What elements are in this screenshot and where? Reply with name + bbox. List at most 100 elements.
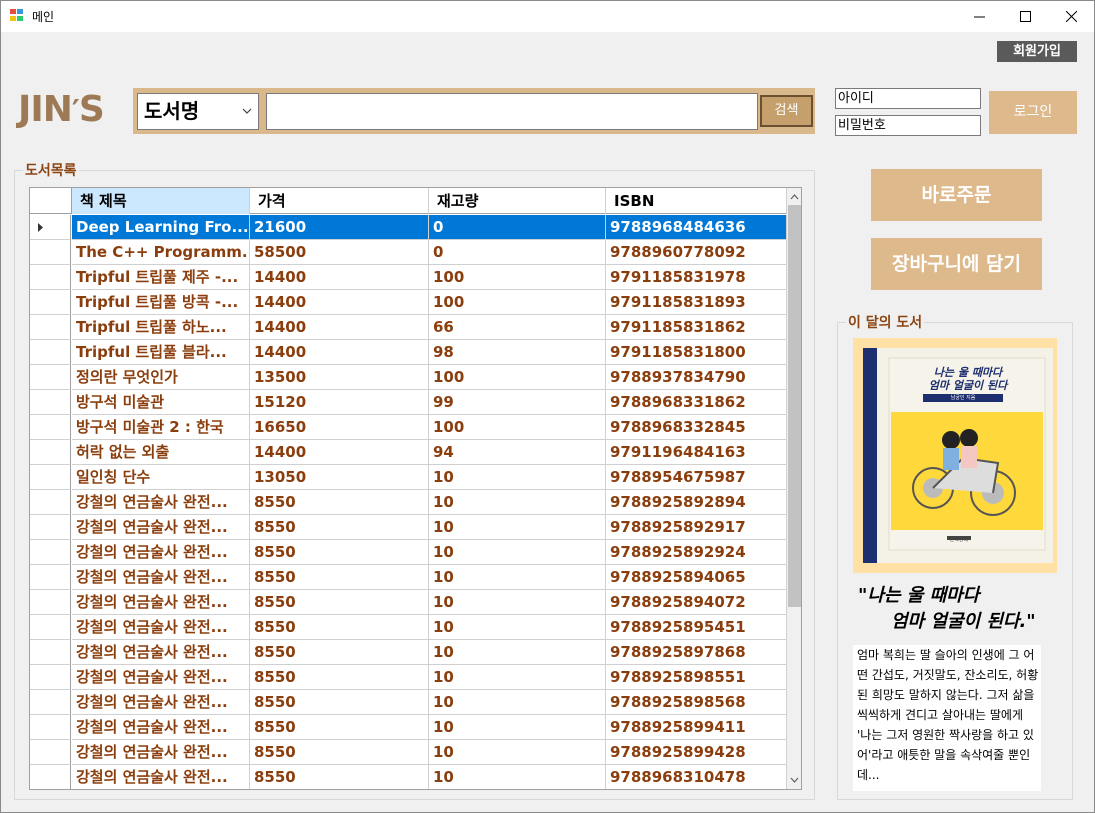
cell-stock[interactable]: 10 xyxy=(429,515,606,540)
cell-title[interactable]: Deep Learning Fro... xyxy=(72,215,250,240)
cell-title[interactable]: 강철의 연금술사 완전... xyxy=(72,515,250,540)
cell-price[interactable]: 14400 xyxy=(250,315,429,340)
cell-stock[interactable]: 10 xyxy=(429,765,606,789)
maximize-button[interactable] xyxy=(1002,1,1048,32)
cell-price[interactable]: 8550 xyxy=(250,740,429,765)
cell-stock[interactable]: 10 xyxy=(429,490,606,515)
row-header[interactable] xyxy=(30,240,71,265)
cell-price[interactable]: 8550 xyxy=(250,715,429,740)
cell-title[interactable]: 강철의 연금술사 완전... xyxy=(72,715,250,740)
cell-stock[interactable]: 94 xyxy=(429,440,606,465)
row-header[interactable] xyxy=(30,365,71,390)
cell-stock[interactable]: 100 xyxy=(429,365,606,390)
cell-title[interactable]: 강철의 연금술사 완전... xyxy=(72,765,250,789)
column-header-price[interactable]: 가격 xyxy=(250,188,429,214)
cell-isbn[interactable]: 9791185831893 xyxy=(606,290,787,315)
table-row[interactable]: 강철의 연금술사 완전... 8550 10 9788925892894 xyxy=(30,490,787,515)
cell-isbn[interactable]: 9788954675987 xyxy=(606,465,787,490)
row-header[interactable] xyxy=(30,540,71,565)
row-header[interactable] xyxy=(30,515,71,540)
cell-price[interactable]: 16650 xyxy=(250,415,429,440)
table-row[interactable]: Deep Learning Fro... 21600 0 9788968484636 xyxy=(30,215,787,240)
cell-isbn[interactable]: 9788925899428 xyxy=(606,740,787,765)
cell-stock[interactable]: 66 xyxy=(429,315,606,340)
cell-stock[interactable]: 10 xyxy=(429,565,606,590)
table-row[interactable]: Tripful 트립풀 방콕 -... 14400 100 9791185831893 xyxy=(30,290,787,315)
cell-stock[interactable]: 98 xyxy=(429,340,606,365)
cell-isbn[interactable]: 9788925899411 xyxy=(606,715,787,740)
cell-isbn[interactable]: 9788925892917 xyxy=(606,515,787,540)
row-header[interactable] xyxy=(30,415,71,440)
order-now-button[interactable]: 바로주문 xyxy=(871,169,1042,221)
cell-price[interactable]: 13500 xyxy=(250,365,429,390)
cell-isbn[interactable]: 9788968331862 xyxy=(606,390,787,415)
table-row[interactable]: Tripful 트립풀 하노... 14400 66 9791185831862 xyxy=(30,315,787,340)
row-header[interactable] xyxy=(30,590,71,615)
cell-isbn[interactable]: 9788925898568 xyxy=(606,690,787,715)
cell-isbn[interactable]: 9788925895451 xyxy=(606,615,787,640)
scroll-down-icon[interactable] xyxy=(787,772,801,789)
cell-isbn[interactable]: 9788925892924 xyxy=(606,540,787,565)
table-row[interactable]: 강철의 연금술사 완전... 8550 10 9788925894065 xyxy=(30,565,787,590)
row-header[interactable] xyxy=(30,615,71,640)
table-row[interactable]: 일인칭 단수 13050 10 9788954675987 xyxy=(30,465,787,490)
table-row[interactable]: 강철의 연금술사 완전... 8550 10 9788925892924 xyxy=(30,540,787,565)
table-row[interactable]: 강철의 연금술사 완전... 8550 10 9788925895451 xyxy=(30,615,787,640)
cell-stock[interactable]: 10 xyxy=(429,615,606,640)
row-header[interactable] xyxy=(30,690,71,715)
cell-stock[interactable]: 100 xyxy=(429,290,606,315)
cell-stock[interactable]: 10 xyxy=(429,665,606,690)
cell-stock[interactable]: 99 xyxy=(429,390,606,415)
table-row[interactable]: Tripful 트립풀 제주 -... 14400 100 9791185831978 xyxy=(30,265,787,290)
cell-isbn[interactable]: 9788925894072 xyxy=(606,590,787,615)
table-row[interactable]: 강철의 연금술사 완전... 8550 10 9788925897868 xyxy=(30,640,787,665)
row-header[interactable] xyxy=(30,440,71,465)
cell-price[interactable]: 21600 xyxy=(250,215,429,240)
cell-isbn[interactable]: 9788960778092 xyxy=(606,240,787,265)
cell-isbn[interactable]: 9788925894065 xyxy=(606,565,787,590)
signup-button[interactable]: 회원가입 xyxy=(997,41,1077,62)
cell-price[interactable]: 8550 xyxy=(250,665,429,690)
cell-stock[interactable]: 10 xyxy=(429,540,606,565)
cell-price[interactable]: 13050 xyxy=(250,465,429,490)
cell-stock[interactable]: 100 xyxy=(429,265,606,290)
cell-price[interactable]: 58500 xyxy=(250,240,429,265)
table-row[interactable]: 강철의 연금술사 완전... 8550 10 9788968310478 xyxy=(30,765,787,789)
cell-price[interactable]: 8550 xyxy=(250,615,429,640)
search-button[interactable]: 검색 xyxy=(760,95,813,127)
scrollbar-thumb[interactable] xyxy=(788,205,801,607)
grid-scrollbar[interactable] xyxy=(787,188,801,789)
table-row[interactable]: 강철의 연금술사 완전... 8550 10 9788925894072 xyxy=(30,590,787,615)
cell-price[interactable]: 8550 xyxy=(250,515,429,540)
minimize-button[interactable] xyxy=(956,1,1002,32)
description-scrollbar[interactable] xyxy=(1041,645,1058,791)
cell-title[interactable]: Tripful 트립풀 하노... xyxy=(72,315,250,340)
cell-title[interactable]: 방구석 미술관 2 : 한국 xyxy=(72,415,250,440)
scroll-up-icon[interactable] xyxy=(787,188,801,205)
cell-price[interactable]: 8550 xyxy=(250,590,429,615)
column-header-isbn[interactable]: ISBN xyxy=(606,188,787,214)
cell-price[interactable]: 14400 xyxy=(250,440,429,465)
cell-isbn[interactable]: 9788968332845 xyxy=(606,415,787,440)
cell-title[interactable]: Tripful 트립풀 제주 -... xyxy=(72,265,250,290)
row-header[interactable] xyxy=(30,490,71,515)
table-row[interactable]: 강철의 연금술사 완전... 8550 10 9788925898551 xyxy=(30,665,787,690)
cell-stock[interactable]: 10 xyxy=(429,640,606,665)
column-header-title[interactable]: 책 제목 xyxy=(72,188,250,214)
cell-isbn[interactable]: 9791185831978 xyxy=(606,265,787,290)
cell-title[interactable]: 강철의 연금술사 완전... xyxy=(72,490,250,515)
row-header[interactable] xyxy=(30,215,71,240)
cell-price[interactable]: 14400 xyxy=(250,340,429,365)
cell-stock[interactable]: 10 xyxy=(429,690,606,715)
cell-price[interactable]: 14400 xyxy=(250,265,429,290)
column-header-stock[interactable]: 재고량 xyxy=(429,188,606,214)
table-row[interactable]: 강철의 연금술사 완전... 8550 10 9788925899428 xyxy=(30,740,787,765)
search-input[interactable] xyxy=(266,93,758,130)
cell-stock[interactable]: 10 xyxy=(429,590,606,615)
cell-isbn[interactable]: 9791185831862 xyxy=(606,315,787,340)
close-button[interactable] xyxy=(1048,1,1094,32)
table-row[interactable]: 방구석 미술관 15120 99 9788968331862 xyxy=(30,390,787,415)
cell-stock[interactable]: 10 xyxy=(429,740,606,765)
cell-title[interactable]: 강철의 연금술사 완전... xyxy=(72,740,250,765)
cell-stock[interactable]: 0 xyxy=(429,240,606,265)
